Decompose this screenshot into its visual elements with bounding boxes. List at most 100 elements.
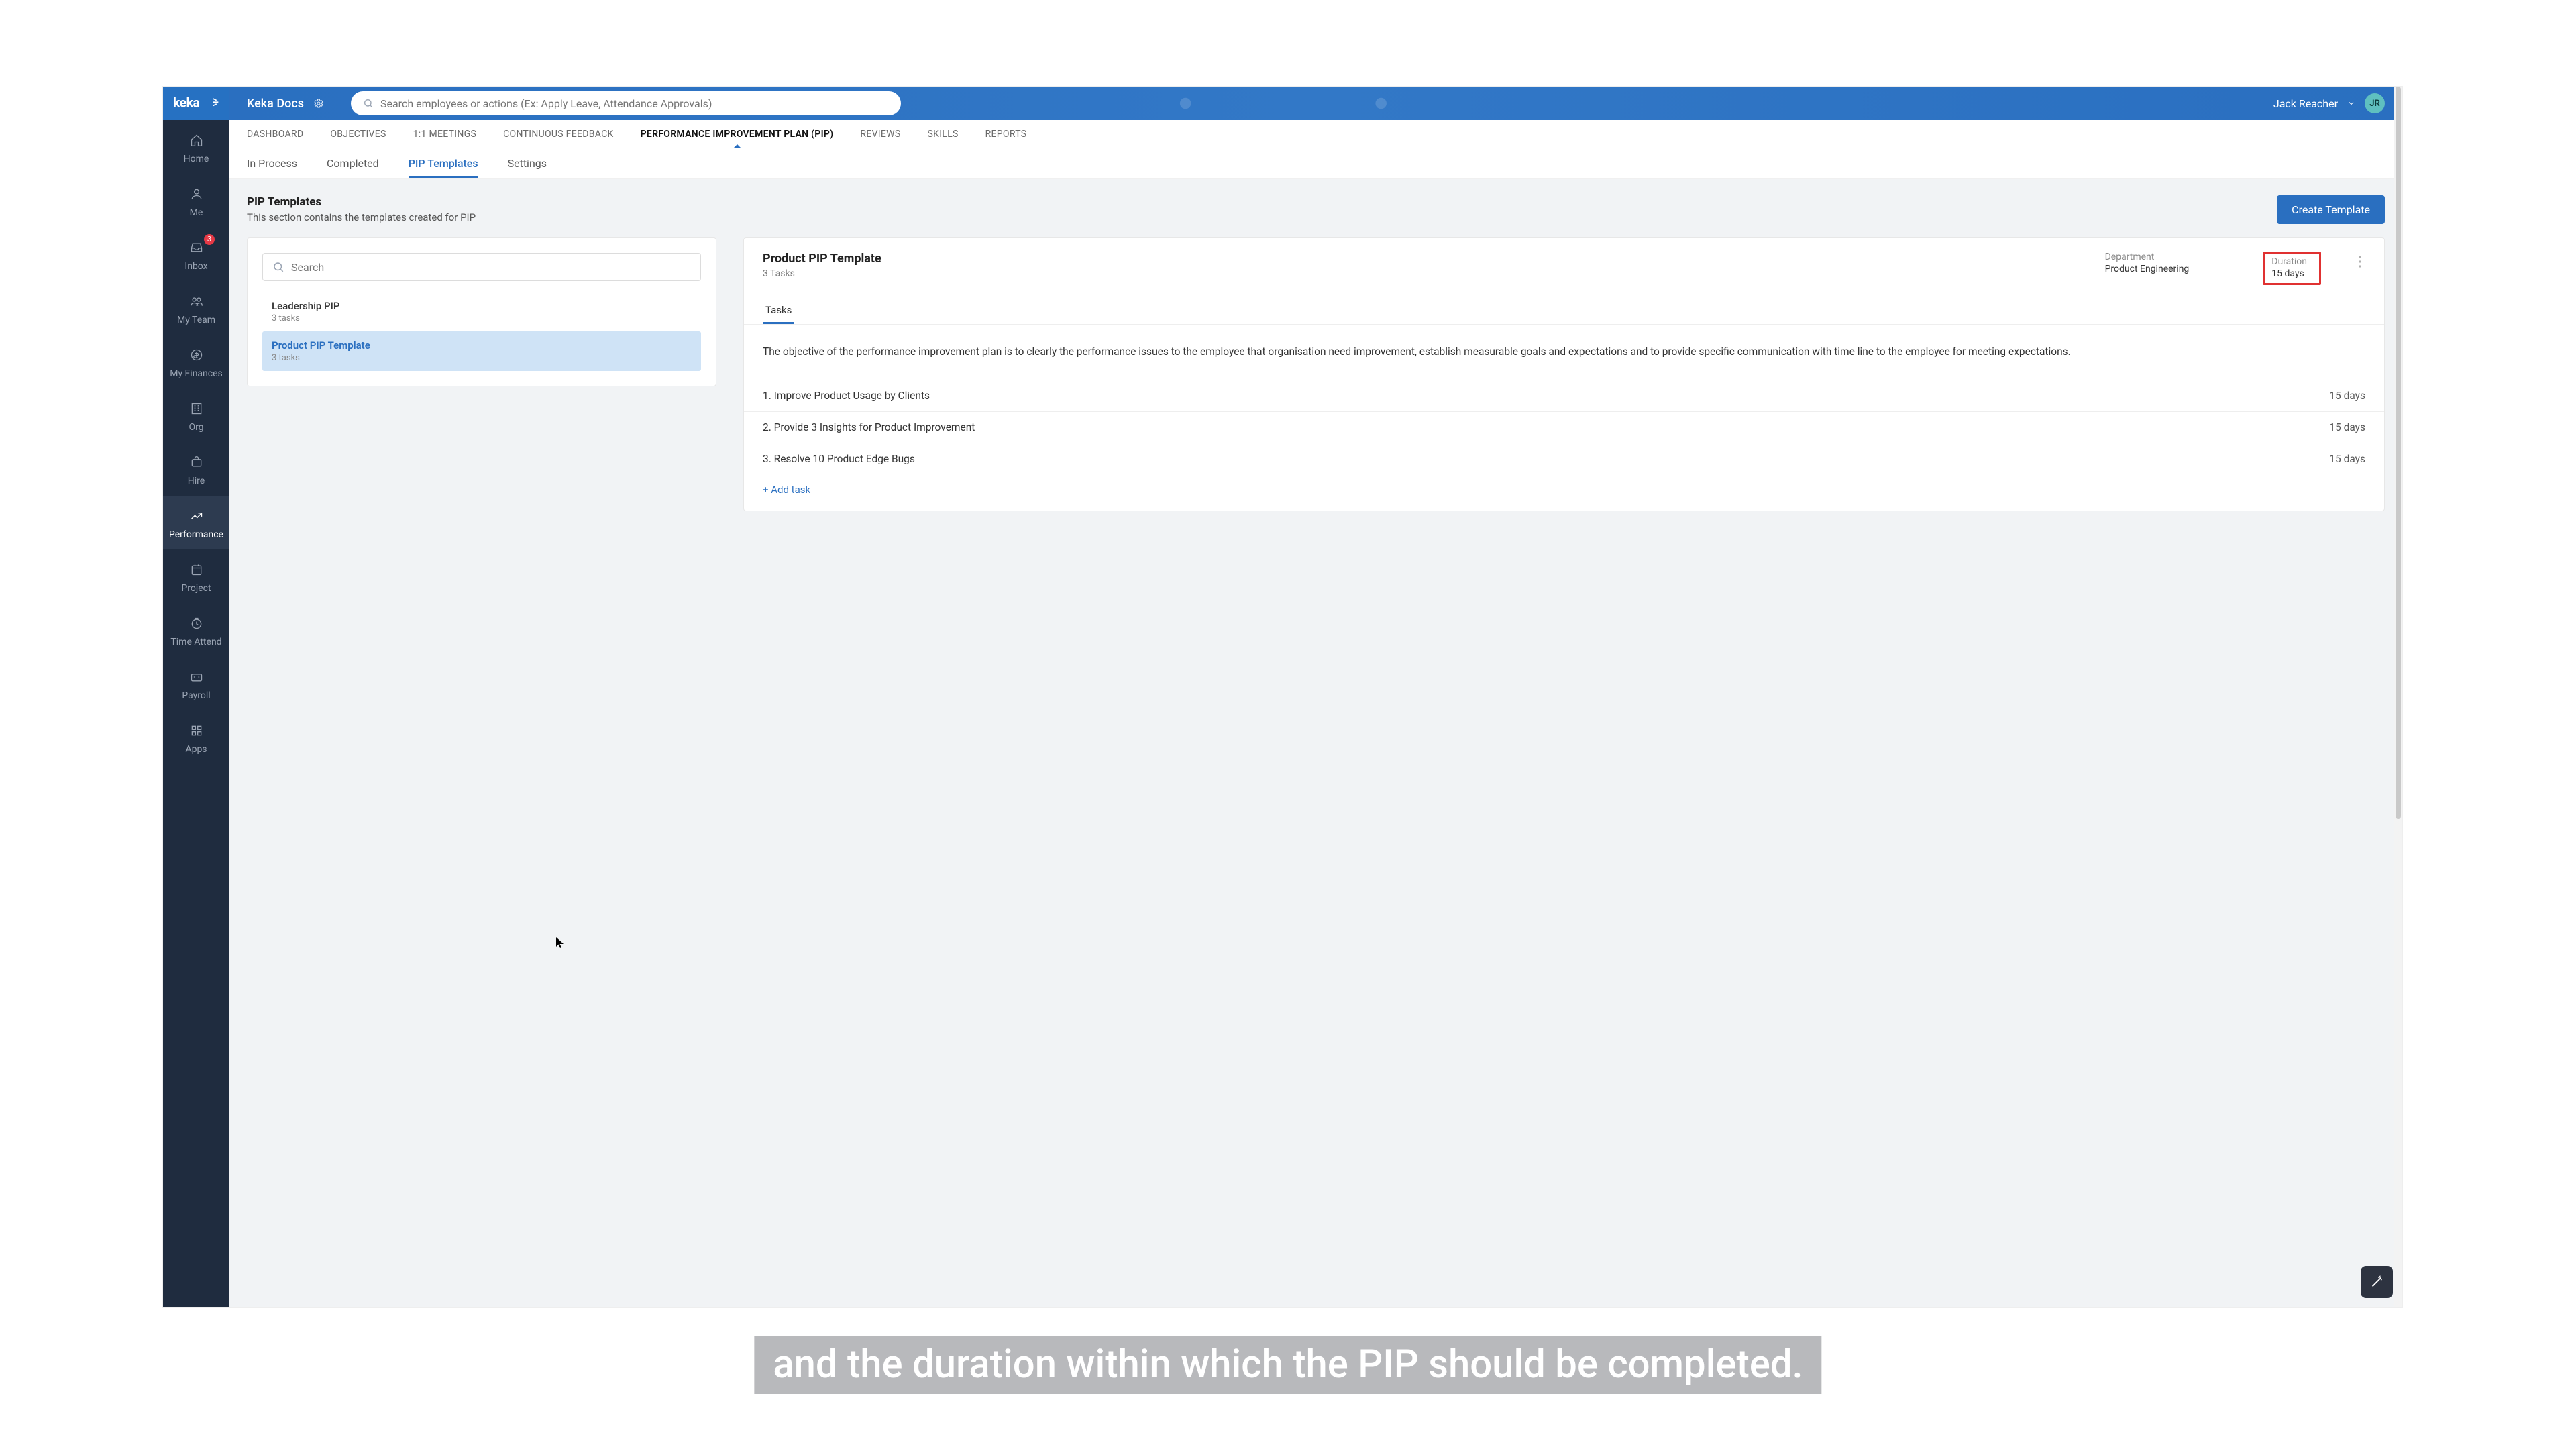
- primary-tab[interactable]: CONTINUOUS FEEDBACK: [503, 120, 613, 148]
- sidebar-item-apps[interactable]: Apps: [163, 710, 229, 764]
- department-field: Department Product Engineering: [2105, 252, 2190, 274]
- sidebar-item-performance[interactable]: Performance: [163, 496, 229, 549]
- search-icon: [363, 98, 374, 109]
- sidebar-item-time-attend[interactable]: Time Attend: [163, 603, 229, 657]
- sidebar-item-label: Project: [181, 583, 211, 594]
- sub-tab[interactable]: In Process: [247, 148, 297, 178]
- vertical-scrollbar[interactable]: [2394, 87, 2402, 1307]
- logo: keka: [163, 87, 229, 120]
- primary-tab[interactable]: OBJECTIVES: [330, 120, 386, 148]
- template-list-item[interactable]: Leadership PIP3 tasks: [262, 292, 701, 331]
- primary-tab[interactable]: 1:1 MEETINGS: [413, 120, 476, 148]
- sidebar-item-label: My Finances: [170, 368, 223, 379]
- project-icon: [189, 561, 205, 578]
- template-list-item[interactable]: Product PIP Template3 tasks: [262, 331, 701, 371]
- org-icon: [189, 400, 205, 417]
- sidebar-item-my-finances[interactable]: My Finances: [163, 335, 229, 388]
- sub-tab[interactable]: Completed: [327, 148, 379, 178]
- primary-tab[interactable]: SKILLS: [928, 120, 959, 148]
- task-duration: 15 days: [2329, 421, 2365, 433]
- search-input[interactable]: [380, 97, 889, 110]
- user-icon: [189, 186, 205, 202]
- performance-icon: [189, 508, 205, 524]
- task-row[interactable]: 1. Improve Product Usage by Clients 15 da…: [744, 380, 2384, 412]
- cursor-icon: [556, 937, 564, 948]
- task-name: 1. Improve Product Usage by Clients: [763, 390, 930, 402]
- sidebar-item-label: Me: [190, 207, 203, 218]
- template-description: The objective of the performance improve…: [744, 325, 2384, 380]
- payroll-icon: [189, 669, 205, 685]
- sub-tab[interactable]: PIP Templates: [409, 148, 478, 178]
- primary-tab[interactable]: PERFORMANCE IMPROVEMENT PLAN (PIP): [641, 120, 834, 148]
- team-icon: [189, 293, 205, 309]
- sidebar-item-hire[interactable]: Hire: [163, 442, 229, 496]
- task-duration: 15 days: [2329, 453, 2365, 465]
- global-search[interactable]: [351, 91, 901, 115]
- detail-title: Product PIP Template: [763, 252, 881, 266]
- template-search[interactable]: [262, 253, 701, 281]
- add-task-button[interactable]: + Add task: [744, 474, 2384, 511]
- sub-tabs: In Process Completed PIP Templates Settings: [229, 148, 2402, 179]
- page-subtitle: This section contains the templates crea…: [247, 211, 476, 223]
- search-icon: [272, 261, 284, 273]
- template-meta: 3 tasks: [272, 313, 692, 323]
- magic-fab-button[interactable]: [2361, 1266, 2393, 1298]
- home-icon: [189, 132, 205, 148]
- task-row[interactable]: 2. Provide 3 Insights for Product Improv…: [744, 412, 2384, 443]
- workspace-switcher[interactable]: Keka Docs: [247, 97, 324, 111]
- template-list-card: Leadership PIP3 tasksProduct PIP Templat…: [247, 237, 716, 386]
- duration-value: 15 days: [2271, 268, 2307, 279]
- sidebar-item-me[interactable]: Me: [163, 174, 229, 227]
- gear-icon: [313, 98, 324, 109]
- create-template-button[interactable]: Create Template: [2277, 195, 2385, 224]
- inbox-icon: [189, 239, 205, 256]
- sidebar-item-label: Home: [184, 154, 209, 164]
- sidebar: keka Home Me 3 Inbox My Team My Finances…: [163, 87, 229, 1307]
- more-menu-button[interactable]: [2355, 252, 2365, 274]
- sidebar-item-label: Inbox: [184, 261, 207, 272]
- task-name: 2. Provide 3 Insights for Product Improv…: [763, 421, 975, 433]
- sidebar-item-label: Payroll: [182, 690, 210, 701]
- apps-icon: [189, 722, 205, 739]
- sidebar-item-label: Performance: [169, 529, 223, 540]
- sidebar-item-home[interactable]: Home: [163, 120, 229, 174]
- content: PIP Templates This section contains the …: [229, 179, 2402, 1307]
- task-name: 3. Resolve 10 Product Edge Bugs: [763, 453, 915, 465]
- primary-tabs: DASHBOARD OBJECTIVES 1:1 MEETINGS CONTINUOU…: [229, 120, 2402, 148]
- sidebar-item-payroll[interactable]: Payroll: [163, 657, 229, 710]
- sidebar-item-label: Org: [189, 422, 203, 433]
- scrollbar-thumb[interactable]: [2396, 87, 2401, 819]
- sidebar-item-label: Hire: [188, 476, 205, 486]
- workspace-name: Keka Docs: [247, 97, 304, 111]
- inbox-badge: 3: [204, 234, 215, 245]
- template-detail-card: Product PIP Template 3 Tasks Department …: [743, 237, 2385, 511]
- department-value: Product Engineering: [2105, 264, 2190, 274]
- sidebar-item-org[interactable]: Org: [163, 388, 229, 442]
- chevron-down-icon[interactable]: [2347, 99, 2355, 107]
- task-duration: 15 days: [2329, 390, 2365, 402]
- sidebar-item-project[interactable]: Project: [163, 549, 229, 603]
- sidebar-item-inbox[interactable]: 3 Inbox: [163, 227, 229, 281]
- task-row[interactable]: 3. Resolve 10 Product Edge Bugs 15 days: [744, 443, 2384, 474]
- sidebar-item-label: My Team: [177, 315, 215, 325]
- topbar: Keka Docs Jack Reacher JR: [229, 87, 2402, 120]
- user-name[interactable]: Jack Reacher: [2273, 97, 2338, 110]
- primary-tab[interactable]: DASHBOARD: [247, 120, 303, 148]
- template-name: Product PIP Template: [272, 339, 692, 352]
- detail-tab-tasks[interactable]: Tasks: [763, 297, 794, 324]
- primary-tab[interactable]: REVIEWS: [860, 120, 900, 148]
- main: Keka Docs Jack Reacher JR DASHBOARD OBJEC…: [229, 87, 2402, 1307]
- page-title: PIP Templates: [247, 195, 476, 209]
- sub-tab[interactable]: Settings: [508, 148, 547, 178]
- hire-icon: [189, 454, 205, 470]
- template-search-input[interactable]: [291, 261, 691, 274]
- duration-label: Duration: [2271, 256, 2307, 267]
- duration-field: Duration 15 days: [2263, 252, 2321, 285]
- sidebar-item-my-team[interactable]: My Team: [163, 281, 229, 335]
- sidebar-item-label: Apps: [185, 744, 207, 755]
- svg-text:keka: keka: [173, 95, 199, 110]
- primary-tab[interactable]: REPORTS: [985, 120, 1027, 148]
- avatar[interactable]: JR: [2365, 93, 2385, 113]
- template-name: Leadership PIP: [272, 300, 692, 312]
- clock-icon: [189, 615, 205, 631]
